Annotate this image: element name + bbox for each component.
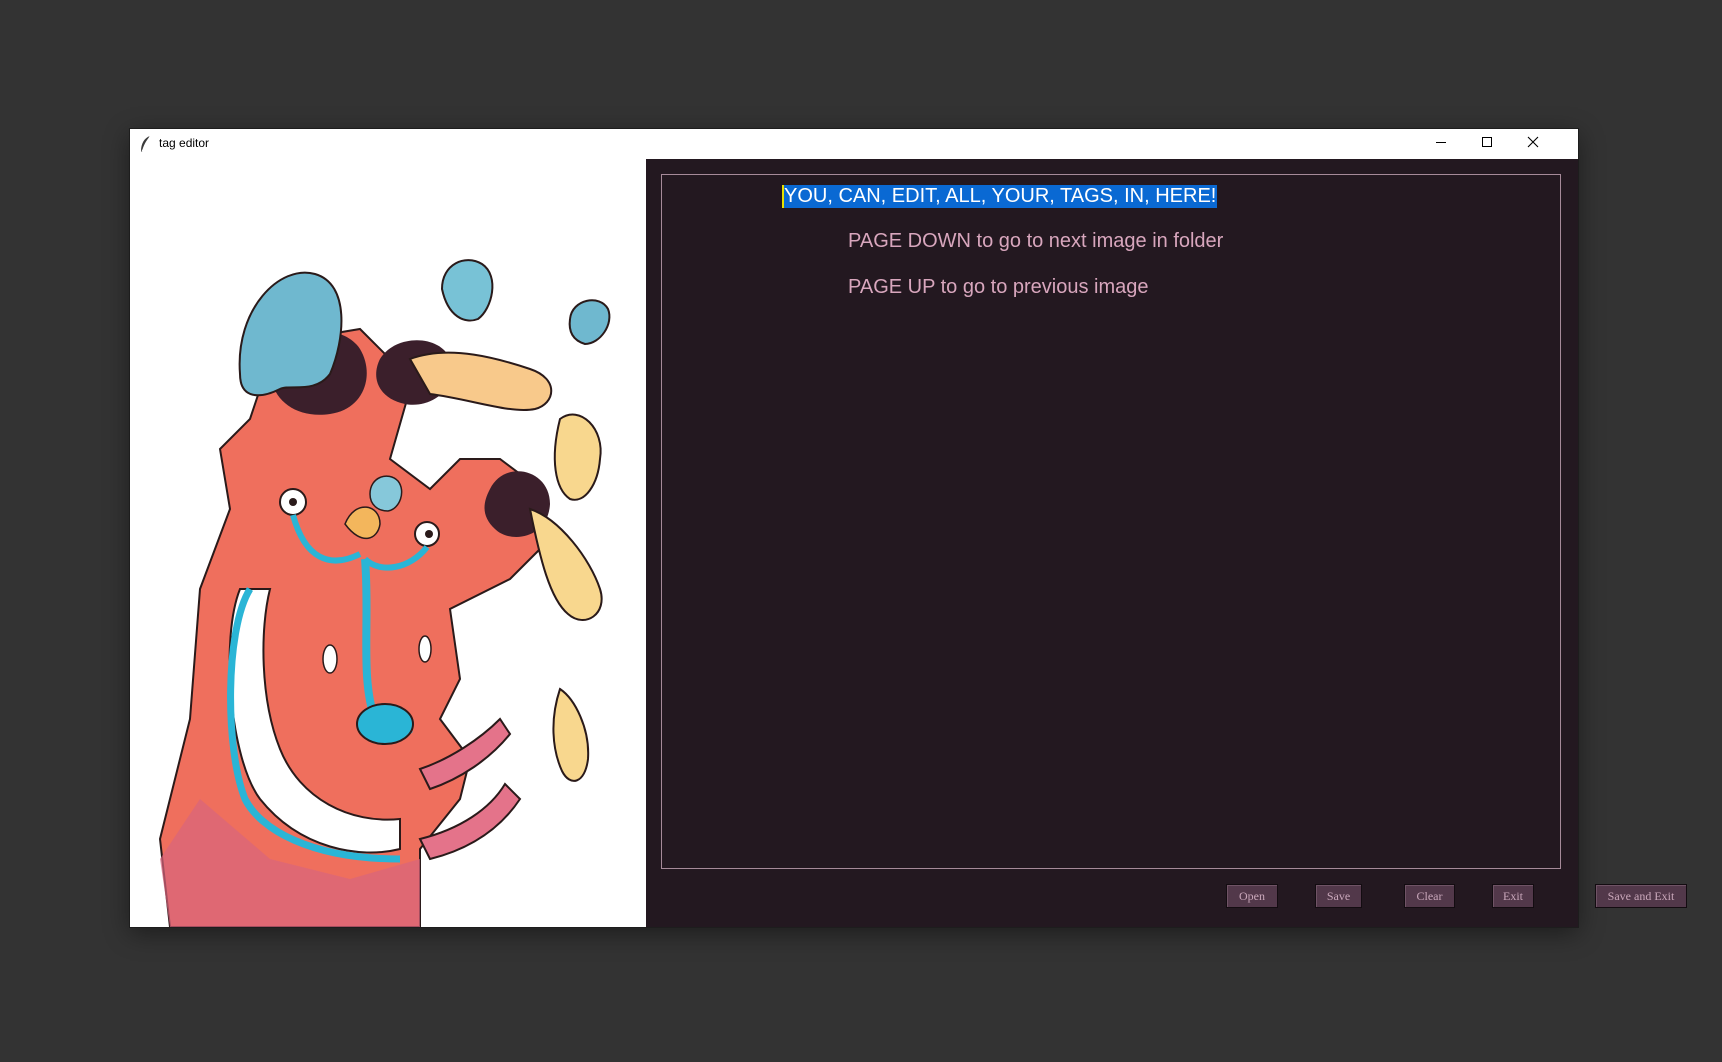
feather-icon — [138, 135, 154, 153]
title-bar[interactable]: tag editor — [130, 129, 1578, 159]
minimize-button[interactable] — [1418, 129, 1464, 159]
monster-illustration — [130, 159, 646, 927]
minimize-icon — [1435, 135, 1447, 153]
maximize-button[interactable] — [1464, 129, 1510, 159]
help-line-page-down[interactable]: PAGE DOWN to go to next image in folder — [848, 230, 1223, 253]
close-button[interactable] — [1510, 129, 1556, 159]
save-and-exit-button[interactable]: Save and Exit — [1595, 884, 1687, 908]
save-button[interactable]: Save — [1315, 884, 1362, 908]
window-title: tag editor — [159, 136, 210, 150]
image-preview — [130, 159, 646, 927]
app-window: tag editor YOU, CAN, EDIT, ALL, YOUR, TA… — [130, 129, 1687, 927]
clear-button[interactable]: Clear — [1404, 884, 1455, 908]
help-line-page-up[interactable]: PAGE UP to go to previous image — [848, 276, 1149, 299]
maximize-icon — [1481, 135, 1493, 153]
text-cursor — [782, 185, 784, 208]
editor-pane: YOU, CAN, EDIT, ALL, YOUR, TAGS, IN, HER… — [646, 159, 1687, 927]
exit-button[interactable]: Exit — [1492, 884, 1534, 908]
close-icon — [1527, 135, 1539, 153]
selected-tags-line[interactable]: YOU, CAN, EDIT, ALL, YOUR, TAGS, IN, HER… — [783, 185, 1218, 208]
tags-textarea[interactable]: YOU, CAN, EDIT, ALL, YOUR, TAGS, IN, HER… — [661, 174, 1561, 869]
open-button[interactable]: Open — [1226, 884, 1278, 908]
